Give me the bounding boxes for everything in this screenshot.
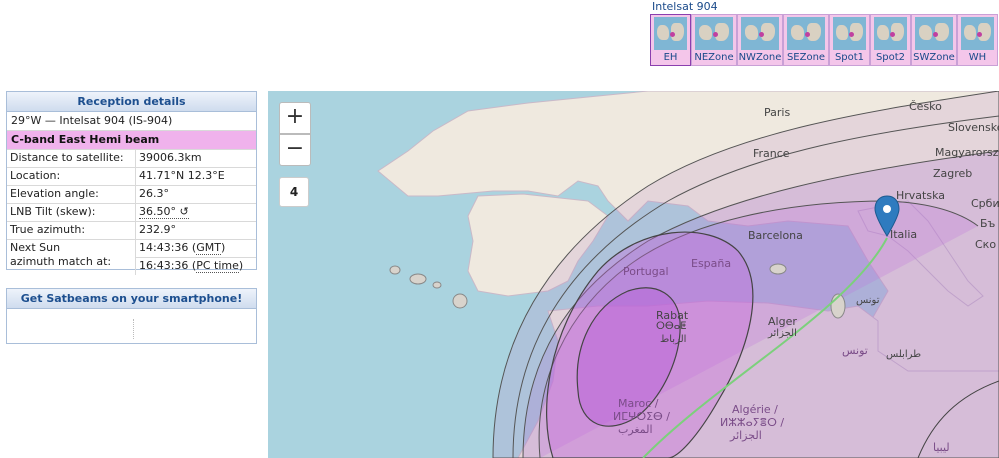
reception-row: LNB Tilt (skew): 36.50° ↺ (7, 203, 256, 222)
beam-preview-map (915, 17, 953, 50)
island-3 (432, 281, 442, 289)
beam-preview-map (874, 17, 907, 50)
label-srbija: Срби (971, 197, 999, 210)
beam-thumb-nezone[interactable]: NEZone (691, 14, 737, 66)
island-2 (409, 273, 427, 285)
beam-thumb-label: EH (663, 52, 678, 63)
label-hrvatska: Hrvatska (896, 189, 946, 202)
reception-value: 39006.3km (135, 149, 256, 168)
beam-thumb-label: WH (968, 52, 987, 63)
beam-thumb-spot1[interactable]: Spot1 (829, 14, 870, 66)
coverage-map[interactable]: + − 4 Paris France Česko Slovensko Magya… (268, 91, 999, 458)
beam-name: C-band East Hemi beam (7, 131, 256, 149)
label-tunis: تونس (856, 295, 880, 306)
label-maroc-ar: المغرب (618, 423, 653, 436)
reception-row: True azimuth: 232.9° (7, 221, 256, 240)
reception-value: 26.3° (135, 185, 256, 204)
label-algerie: Algérie / (732, 403, 778, 416)
gmt-zone-label[interactable]: GMT (196, 241, 221, 255)
reception-details-panel: Reception details 29°W — Intelsat 904 (I… (6, 91, 257, 275)
reception-value: 232.9° (135, 221, 256, 240)
sun-label-line1: Next Sun (10, 241, 61, 254)
label-france: France (753, 147, 790, 160)
beam-thumbnails: EH NEZone NWZone SEZone Spot1 Spot2 SWZone WH (650, 14, 998, 66)
pc-time-zone-label[interactable]: PC time (196, 259, 239, 273)
label-zagreb: Zagreb (933, 167, 973, 180)
reception-label: True azimuth: (7, 221, 136, 240)
beam-preview-map (654, 17, 687, 50)
sun-azimuth-row: Next Sun azimuth match at: 14:43:36 (GMT… (7, 239, 256, 275)
label-sko: Ско (975, 238, 997, 251)
smartphone-heading[interactable]: Get Satbeams on your smartphone! (7, 289, 256, 309)
divider (133, 319, 134, 339)
satellite-line: 29°W — Intelsat 904 (IS-904) (7, 112, 256, 131)
label-maroc-tif: ⵍⵎⵖⵔⵉⴱ / (613, 410, 671, 423)
beam-preview-map (961, 17, 994, 50)
beam-thumb-label: NWZone (738, 52, 782, 63)
beam-preview-map (787, 17, 825, 50)
label-rabat-ar: الرباط (660, 334, 687, 345)
reception-table: Distance to satellite: 39006.3km Location:… (7, 149, 256, 275)
reception-row: Elevation angle: 26.3° (7, 185, 256, 204)
beam-thumb-spot2[interactable]: Spot2 (870, 14, 911, 66)
beam-thumb-label: Spot1 (834, 52, 865, 63)
beam-thumb-nwzone[interactable]: NWZone (737, 14, 783, 66)
smartphone-panel: Get Satbeams on your smartphone! (6, 288, 257, 344)
sun-azimuth-value: 14:43:36 (GMT) 16:43:36 (PC time) (135, 239, 256, 275)
sun-time-pc: 16:43:36 (139, 259, 189, 272)
reception-row: Location: 41.71°N 12.3°E (7, 167, 256, 186)
label-libya: ليبيا (933, 441, 950, 454)
beam-thumb-swzone[interactable]: SWZone (911, 14, 957, 66)
label-slovensko: Slovensko (948, 121, 999, 134)
beam-thumb-sezone[interactable]: SEZone (783, 14, 829, 66)
island-4 (452, 293, 468, 309)
beam-thumb-label: NEZone (694, 52, 734, 63)
label-algerie-ar: الجزائر (730, 429, 762, 442)
beam-selector: Intelsat 904 EH NEZone NWZone SEZone Spot1 Sp… (650, 0, 998, 66)
beam-preview-map (833, 17, 866, 50)
label-paris: Paris (764, 106, 791, 119)
zoom-level: 4 (279, 177, 309, 207)
label-tarabulus: طرابلس (886, 349, 922, 360)
zoom-out-button[interactable]: − (279, 134, 311, 166)
label-alger: Alger (768, 315, 797, 328)
label-alger-ar: الجزائر (768, 328, 797, 339)
beam-preview-map (695, 17, 733, 50)
satellite-title: Intelsat 904 (652, 0, 718, 13)
reception-details-heading: Reception details (7, 92, 256, 112)
label-algerie-tif: ⵍⵣⵣⴰⵢⴻⵔ / (720, 416, 785, 429)
beam-thumb-label: SWZone (913, 52, 955, 63)
reception-value: 41.71°N 12.3°E (135, 167, 256, 186)
reception-row: Distance to satellite: 39006.3km (7, 149, 256, 168)
sun-label-line2: azimuth match at: (10, 255, 112, 268)
zoom-in-button[interactable]: + (279, 102, 311, 134)
label-maroc: Maroc / (618, 397, 659, 410)
sun-time-gmt: 14:43:36 (139, 241, 189, 254)
sun-azimuth-label: Next Sun azimuth match at: (7, 239, 136, 275)
beam-thumb-label: Spot2 (875, 52, 906, 63)
beam-thumb-label: SEZone (786, 52, 826, 63)
label-tounes: تونس (842, 344, 868, 357)
label-magyarorszag: Magyarország (935, 146, 999, 159)
label-rabat-tif: ⵔⴱⴰⵟ (656, 321, 687, 332)
label-cesko: Česko (909, 100, 942, 113)
reception-label: Location: (7, 167, 136, 186)
reception-label: LNB Tilt (skew): (7, 203, 136, 222)
label-barcelona: Barcelona (748, 229, 803, 242)
beam-thumb-wh[interactable]: WH (957, 14, 998, 66)
island-5 (769, 263, 787, 275)
label-portugal: Portugal (623, 265, 669, 278)
reception-value: 36.50° ↺ (135, 203, 256, 222)
beam-preview-map (741, 17, 779, 50)
beam-thumb-eh[interactable]: EH (650, 14, 691, 66)
reception-label: Distance to satellite: (7, 149, 136, 168)
island-1 (389, 265, 401, 275)
label-espana: España (691, 257, 732, 270)
label-bg: Бъ (980, 217, 996, 230)
reception-label: Elevation angle: (7, 185, 136, 204)
label-italia: Italia (890, 228, 918, 241)
